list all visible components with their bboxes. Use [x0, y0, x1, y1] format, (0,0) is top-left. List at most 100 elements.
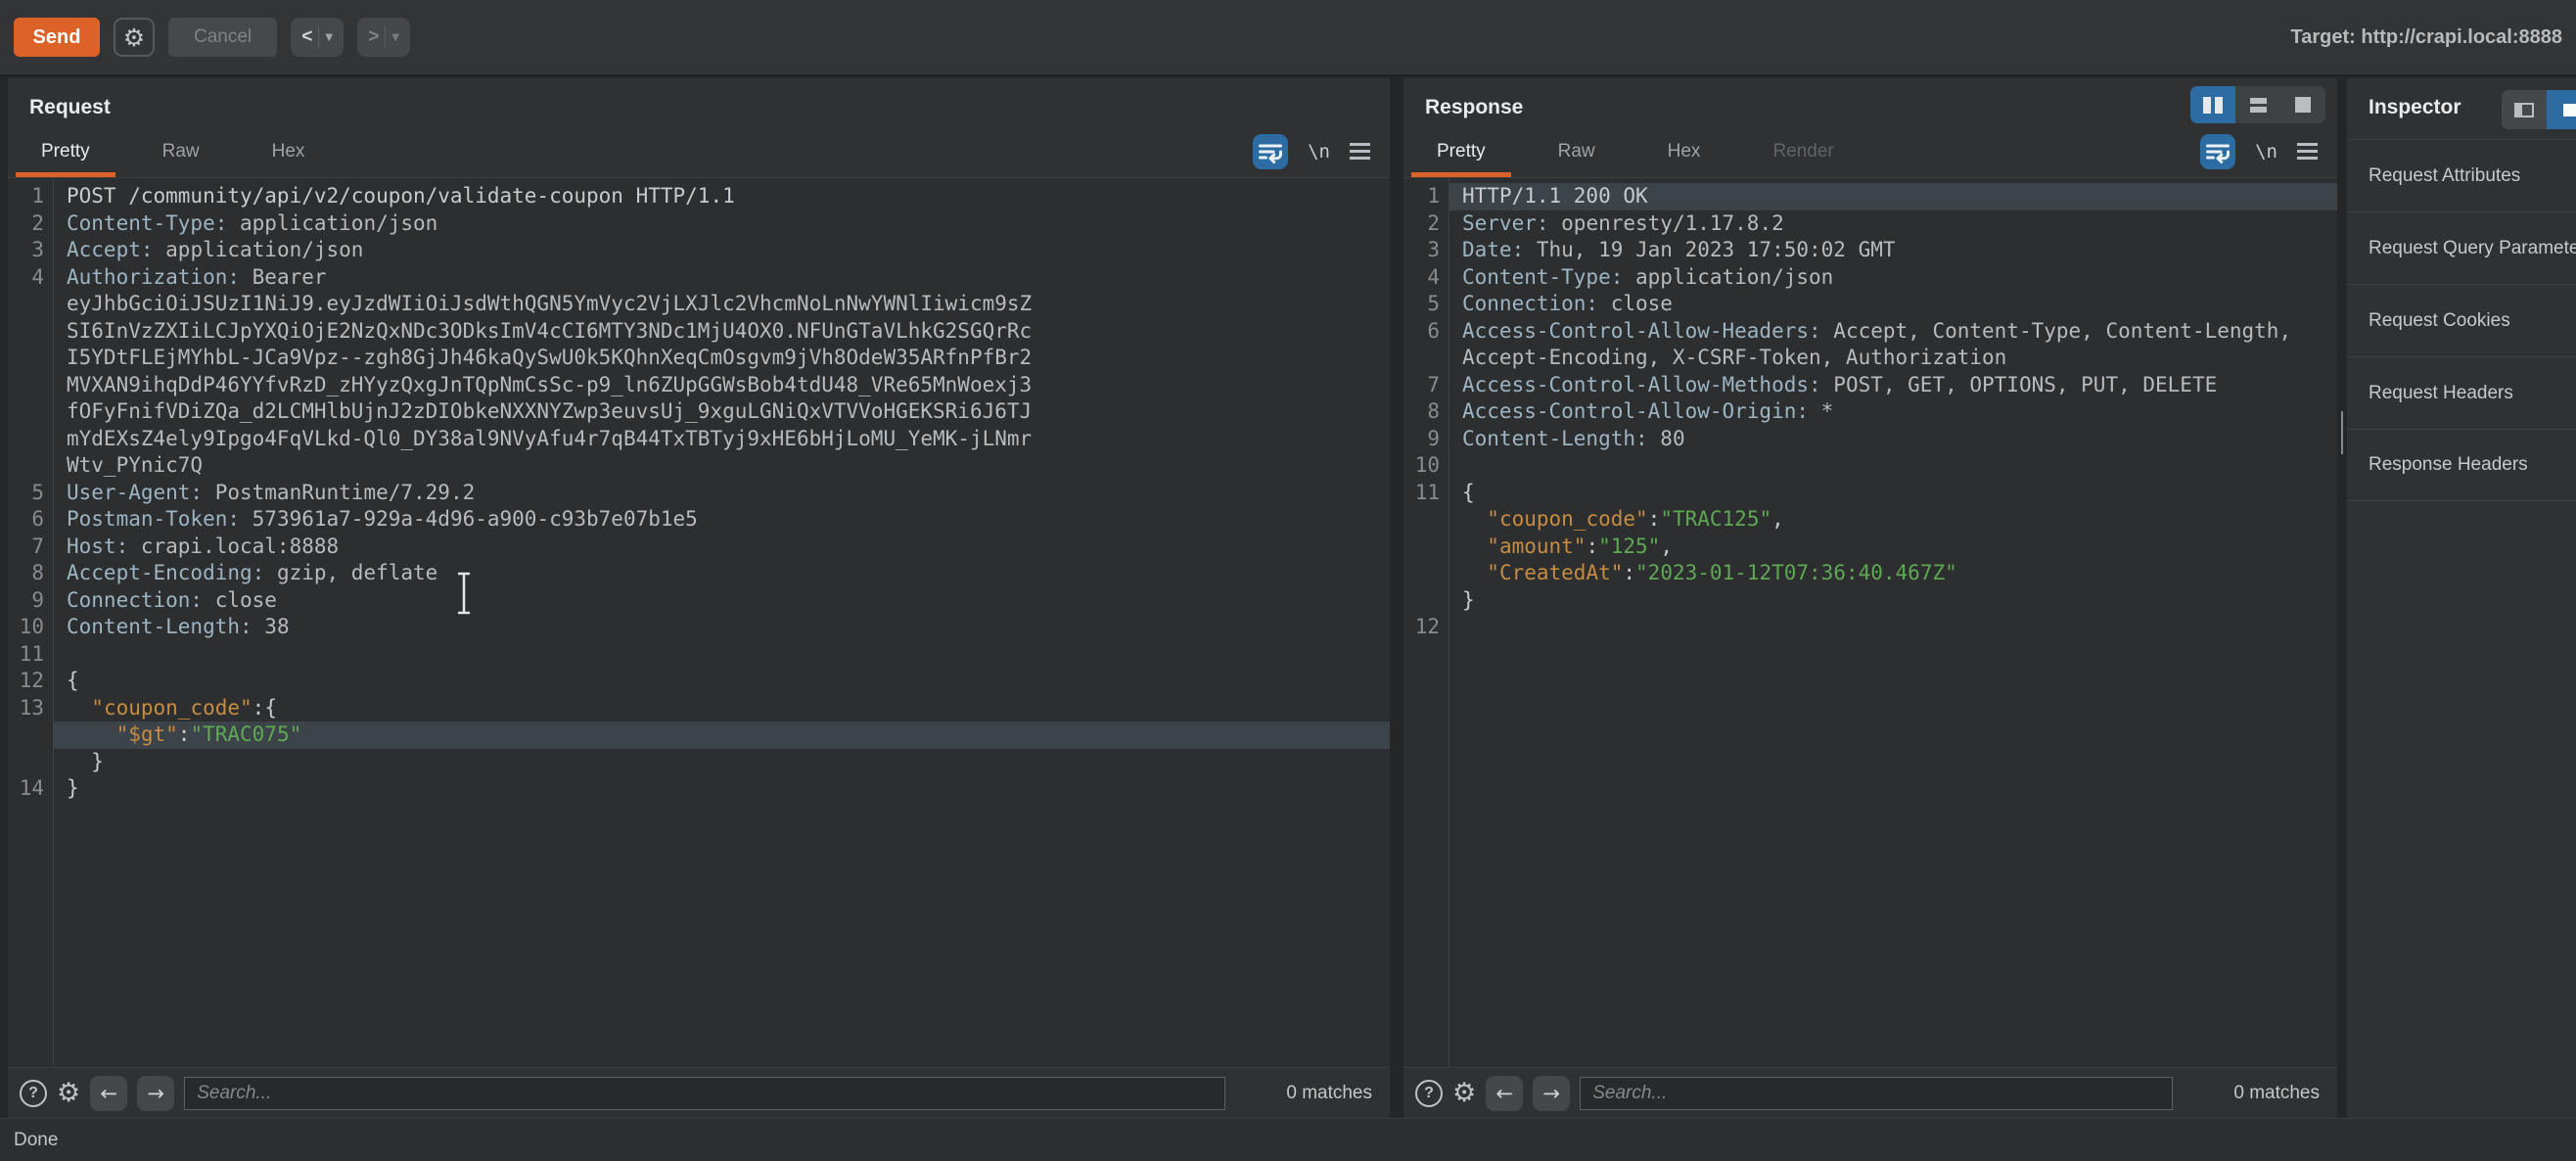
code-line: 9Connection: close — [8, 587, 1390, 615]
tab-pretty[interactable]: Pretty — [16, 125, 115, 177]
request-editor[interactable]: 1POST /community/api/v2/coupon/validate-… — [8, 178, 1390, 1067]
rows-icon — [2250, 98, 2267, 113]
code-line: 5User-Agent: PostmanRuntime/7.29.2 — [8, 480, 1390, 507]
tab-render[interactable]: Render — [1747, 125, 1859, 177]
prev-match-button[interactable]: ← — [1486, 1076, 1523, 1111]
inspector-section-request-headers[interactable]: Request Headers — [2347, 356, 2576, 429]
tab-raw[interactable]: Raw — [137, 125, 225, 177]
code-text: } — [1449, 587, 2337, 615]
code-text: Content-Length: 38 — [53, 614, 1390, 641]
inspector-section-request-query-parameters[interactable]: Request Query Parameters — [2347, 211, 2576, 284]
code-text: fOFyFnifVDiZQa_d2LCMHlbUjnJ2zDIObkeNXXNY… — [53, 398, 1390, 426]
next-request-button[interactable]: > ▼ — [357, 18, 410, 57]
code-line: 5Connection: close — [1403, 291, 2337, 318]
tab-pretty[interactable]: Pretty — [1411, 125, 1511, 177]
inspector-section-response-headers[interactable]: Response Headers — [2347, 429, 2576, 501]
tab-hex[interactable]: Hex — [1642, 125, 1726, 177]
code-line: 7Access-Control-Allow-Methods: POST, GET… — [1403, 372, 2337, 399]
inspector-panel: Inspector Request AttributesRequest Quer… — [2347, 78, 2576, 1118]
layout-columns-button[interactable] — [2190, 86, 2235, 123]
line-number: 10 — [8, 614, 53, 641]
inspector-split-button[interactable] — [2502, 90, 2547, 129]
code-text: Access-Control-Allow-Headers: Accept, Co… — [1449, 318, 2337, 346]
line-number — [1403, 560, 1449, 587]
code-text: User-Agent: PostmanRuntime/7.29.2 — [53, 480, 1390, 507]
layout-rows-button[interactable] — [2235, 86, 2280, 123]
response-panel-title: Response — [1425, 96, 1523, 118]
line-number: 9 — [8, 587, 53, 615]
line-number — [1403, 506, 1449, 534]
code-line: 3Accept: application/json — [8, 237, 1390, 264]
pane-icon — [2563, 104, 2576, 116]
panel-divider[interactable] — [1390, 78, 1403, 1118]
search-settings-icon[interactable]: ⚙ — [57, 1080, 80, 1106]
code-text: POST /community/api/v2/coupon/validate-c… — [53, 183, 1390, 210]
code-text — [53, 641, 1390, 669]
newline-toggle-icon[interactable]: \n — [1308, 141, 1330, 163]
request-search-input[interactable] — [184, 1077, 1225, 1110]
cancel-button[interactable]: Cancel — [168, 18, 277, 57]
help-icon[interactable]: ? — [20, 1080, 47, 1107]
menu-icon[interactable] — [2297, 143, 2318, 160]
code-line: "coupon_code":"TRAC125", — [1403, 506, 2337, 534]
response-editor[interactable]: 1HTTP/1.1 200 OK2Server: openresty/1.17.… — [1403, 178, 2337, 1067]
inspector-section-request-attributes[interactable]: Request Attributes — [2347, 139, 2576, 211]
request-settings-button[interactable]: ⚙ — [114, 18, 155, 57]
code-text: Content-Length: 80 — [1449, 426, 2337, 453]
code-line: 12{ — [8, 668, 1390, 695]
inspector-pin-button[interactable] — [2547, 90, 2576, 129]
tab-hex[interactable]: Hex — [247, 125, 331, 177]
line-number — [8, 398, 53, 426]
wrap-text-icon[interactable] — [2200, 134, 2235, 169]
prev-match-button[interactable]: ← — [90, 1076, 127, 1111]
code-text: "coupon_code":{ — [53, 695, 1390, 722]
wrap-text-icon[interactable] — [1253, 134, 1288, 169]
tab-raw[interactable]: Raw — [1533, 125, 1621, 177]
code-line: 6Access-Control-Allow-Headers: Accept, C… — [1403, 318, 2337, 346]
code-text: HTTP/1.1 200 OK — [1449, 183, 2337, 210]
code-text: Server: openresty/1.17.8.2 — [1449, 210, 2337, 238]
help-icon[interactable]: ? — [1415, 1080, 1443, 1107]
request-tab-row: Pretty Raw Hex \n — [8, 125, 1390, 178]
response-search-input[interactable] — [1580, 1077, 2173, 1110]
single-pane-icon — [2295, 97, 2311, 113]
line-number — [8, 345, 53, 372]
code-line: 10Content-Length: 38 — [8, 614, 1390, 641]
code-text: Connection: close — [1449, 291, 2337, 318]
chevron-down-icon[interactable]: ▼ — [391, 32, 399, 43]
code-text: Content-Type: application/json — [1449, 264, 2337, 292]
chevron-down-icon[interactable]: ▼ — [325, 32, 333, 43]
line-number — [8, 721, 53, 749]
menu-icon[interactable] — [1350, 143, 1370, 160]
code-text: Wtv_PYnic7Q — [53, 452, 1390, 480]
code-text: Connection: close — [53, 587, 1390, 615]
response-tabs: Pretty Raw Hex Render — [1411, 125, 1881, 177]
inspector-buttons — [2502, 90, 2576, 129]
line-number: 1 — [1403, 183, 1449, 210]
gear-icon: ⚙ — [123, 25, 145, 50]
status-text: Done — [14, 1130, 58, 1151]
code-text: } — [53, 775, 1390, 803]
code-text: I5YDtFLEjMYhbL-JCa9Vpz--zgh8GjJh46kaQySw… — [53, 345, 1390, 372]
divider — [318, 26, 319, 48]
code-line: 2Content-Type: application/json — [8, 210, 1390, 238]
code-text: } — [53, 749, 1390, 776]
code-text: Date: Thu, 19 Jan 2023 17:50:02 GMT — [1449, 237, 2337, 264]
inspector-divider[interactable] — [2337, 78, 2347, 1118]
layout-toggle-group — [2190, 86, 2325, 123]
response-editor-tools: \n — [2200, 134, 2318, 169]
line-number: 6 — [1403, 318, 1449, 346]
request-tabs: Pretty Raw Hex — [16, 125, 351, 177]
code-line: } — [1403, 587, 2337, 615]
layout-single-button[interactable] — [2280, 86, 2325, 123]
next-match-button[interactable]: → — [137, 1076, 174, 1111]
code-line: 7Host: crapi.local:8888 — [8, 534, 1390, 561]
next-match-button[interactable]: → — [1533, 1076, 1570, 1111]
newline-toggle-icon[interactable]: \n — [2255, 141, 2277, 163]
prev-request-button[interactable]: < ▼ — [291, 18, 344, 57]
send-button[interactable]: Send — [14, 18, 100, 57]
search-settings-icon[interactable]: ⚙ — [1452, 1080, 1476, 1106]
line-number: 2 — [1403, 210, 1449, 238]
code-line: SI6InVzZXIiLCJpYXQiOjE2NzQxNDc3ODksImV4c… — [8, 318, 1390, 346]
inspector-section-request-cookies[interactable]: Request Cookies — [2347, 284, 2576, 356]
